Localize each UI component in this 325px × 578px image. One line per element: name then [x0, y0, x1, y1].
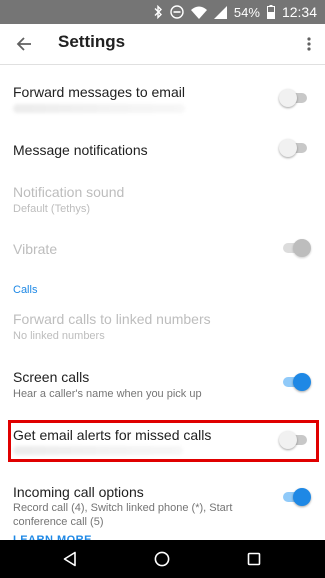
battery-percent: 54%: [233, 4, 260, 20]
setting-screen-calls[interactable]: Screen calls Hear a caller's name when y…: [0, 356, 325, 416]
status-bar: 54% 12:34: [0, 0, 325, 24]
section-header-calls: Calls: [13, 284, 38, 296]
setting-notification-sound: Notification sound Default (Tethys): [0, 173, 325, 229]
message-notifications-toggle[interactable]: [279, 139, 309, 157]
highlight-box: [8, 420, 319, 462]
setting-title: Forward messages to email: [13, 84, 185, 100]
setting-message-notifications[interactable]: Message notifications: [0, 127, 325, 173]
signal-icon: [213, 5, 227, 19]
recents-square-icon: [247, 552, 261, 566]
setting-title: Forward calls to linked numbers: [13, 311, 211, 327]
nav-recents-button[interactable]: [244, 549, 264, 569]
setting-title: Notification sound: [13, 184, 125, 200]
setting-subtitle: Hear a caller's name when you pick up: [13, 388, 202, 400]
arrow-back-icon: [16, 37, 31, 51]
nav-bar: [0, 540, 325, 578]
setting-title: Incoming call options: [13, 484, 144, 500]
bluetooth-icon: [154, 5, 162, 19]
app-bar: Settings: [0, 24, 325, 64]
back-button[interactable]: [10, 30, 38, 58]
setting-subtitle-line2: conference call (5): [13, 516, 104, 528]
incoming-options-toggle[interactable]: [281, 488, 311, 506]
wifi-icon: [190, 6, 207, 19]
setting-subtitle: No linked numbers: [13, 330, 105, 342]
status-icons: 54% 12:34: [153, 0, 317, 24]
status-time: 12:34: [281, 4, 317, 20]
battery-icon: [266, 5, 275, 19]
setting-title: Screen calls: [13, 369, 90, 385]
setting-title: Vibrate: [13, 241, 58, 257]
page-title: Settings: [58, 32, 126, 51]
back-triangle-icon: [63, 551, 76, 567]
do-not-disturb-icon: [170, 5, 184, 19]
setting-incoming-call-options[interactable]: Incoming call options Record call (4), S…: [0, 470, 325, 536]
home-circle-icon: [154, 551, 170, 567]
nav-back-button[interactable]: [60, 549, 80, 569]
setting-vibrate: Vibrate: [0, 229, 325, 271]
setting-forward-calls: Forward calls to linked numbers No linke…: [0, 302, 325, 354]
setting-subtitle: Record call (4), Switch linked phone (*)…: [13, 502, 233, 514]
redacted-email: [13, 104, 185, 113]
more-vert-icon: [307, 37, 311, 51]
setting-forward-email[interactable]: Forward messages to email: [0, 65, 325, 127]
nav-home-button[interactable]: [152, 549, 172, 569]
vibrate-toggle: [281, 239, 311, 257]
more-options-button[interactable]: [301, 30, 317, 58]
setting-subtitle: Default (Tethys): [13, 203, 91, 215]
forward-email-toggle[interactable]: [279, 89, 309, 107]
screen-calls-toggle[interactable]: [281, 373, 311, 391]
setting-title: Message notifications: [13, 142, 148, 158]
